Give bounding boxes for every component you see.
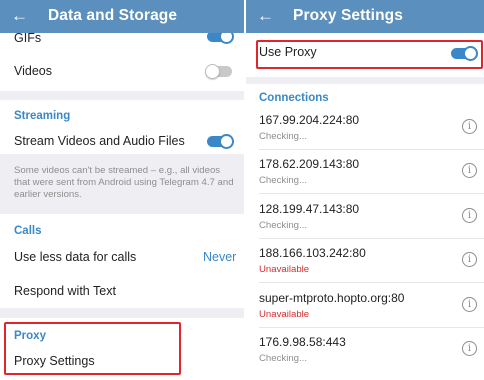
screen-title: Data and Storage [48,7,178,24]
proxy-status: Checking... [259,175,307,187]
stream-videos-toggle[interactable] [207,134,234,149]
toggle-knob [219,134,234,149]
streaming-card: Streaming Stream Videos and Audio Files [0,100,244,154]
proxy-row[interactable]: 128.199.47.143:80 Checking... i [246,195,484,239]
proxy-row[interactable]: 167.99.204.224:80 Checking... i [246,106,484,150]
proxy-settings-screen: ← Proxy Settings Use Proxy Connections 1… [246,0,484,380]
videos-label: Videos [14,64,52,78]
use-proxy-highlight-box [256,40,483,69]
proxy-status: Checking... [259,353,307,364]
stream-videos-label: Stream Videos and Audio Files [14,134,185,148]
proxy-row[interactable]: super-mtproto.hopto.org:80 Unavailable i [246,284,484,328]
proxy-address: 178.62.209.143:80 [259,157,360,172]
respond-with-text-row[interactable]: Respond with Text [0,278,244,306]
use-less-data-label: Use less data for calls [14,250,137,264]
calls-card: Calls Use less data for calls Never Resp… [0,214,244,308]
proxy-status: Checking... [259,219,307,231]
proxy-row[interactable]: 176.9.98.58:443 Checking... i [246,328,484,372]
connections-header: Connections [259,92,329,104]
proxy-address: 128.199.47.143:80 [259,201,360,216]
back-arrow-icon[interactable]: ← [257,5,274,27]
info-icon[interactable]: i [462,252,477,268]
info-icon[interactable]: i [462,163,477,179]
proxy-address: 167.99.204.224:80 [259,113,360,127]
calls-header: Calls [14,225,42,237]
screen-title: Proxy Settings [293,7,403,24]
proxy-highlight-box [4,322,181,375]
streaming-note: Some videos can't be streamed – e.g., al… [14,165,234,200]
app-bar: ← Data and Storage [0,0,244,33]
info-icon[interactable]: i [462,207,477,223]
info-icon[interactable]: i [462,296,477,312]
use-less-data-row[interactable]: Use less data for calls Never [0,244,244,272]
data-storage-screen: ← Data and Storage GIFs Videos Streaming… [0,0,244,380]
streaming-header: Streaming [14,110,71,122]
info-icon[interactable]: i [462,341,477,356]
proxy-address: 176.9.98.58:443 [259,335,346,349]
gifs-label: GIFs [14,31,42,45]
info-icon[interactable]: i [462,119,477,134]
proxy-row[interactable]: 188.166.103.242:80 Unavailable i [246,239,484,284]
proxy-status: Unavailable [259,264,310,276]
app-bar: ← Proxy Settings [246,0,484,33]
proxy-status: Unavailable [259,308,310,320]
back-arrow-icon[interactable]: ← [11,5,28,27]
videos-toggle[interactable] [205,64,232,79]
use-less-data-value: Never [203,250,237,264]
respond-with-text-label: Respond with Text [14,284,116,298]
proxy-address: 188.166.103.242:80 [259,246,366,261]
toggle-knob [205,64,220,79]
proxy-row[interactable]: 178.62.209.143:80 Checking... i [246,150,484,195]
connections-card: Connections 167.99.204.224:80 Checking...… [246,84,484,380]
media-autoplay-card: GIFs Videos [0,29,244,91]
proxy-status: Checking... [259,131,307,142]
proxy-address: super-mtproto.hopto.org:80 [259,290,405,305]
